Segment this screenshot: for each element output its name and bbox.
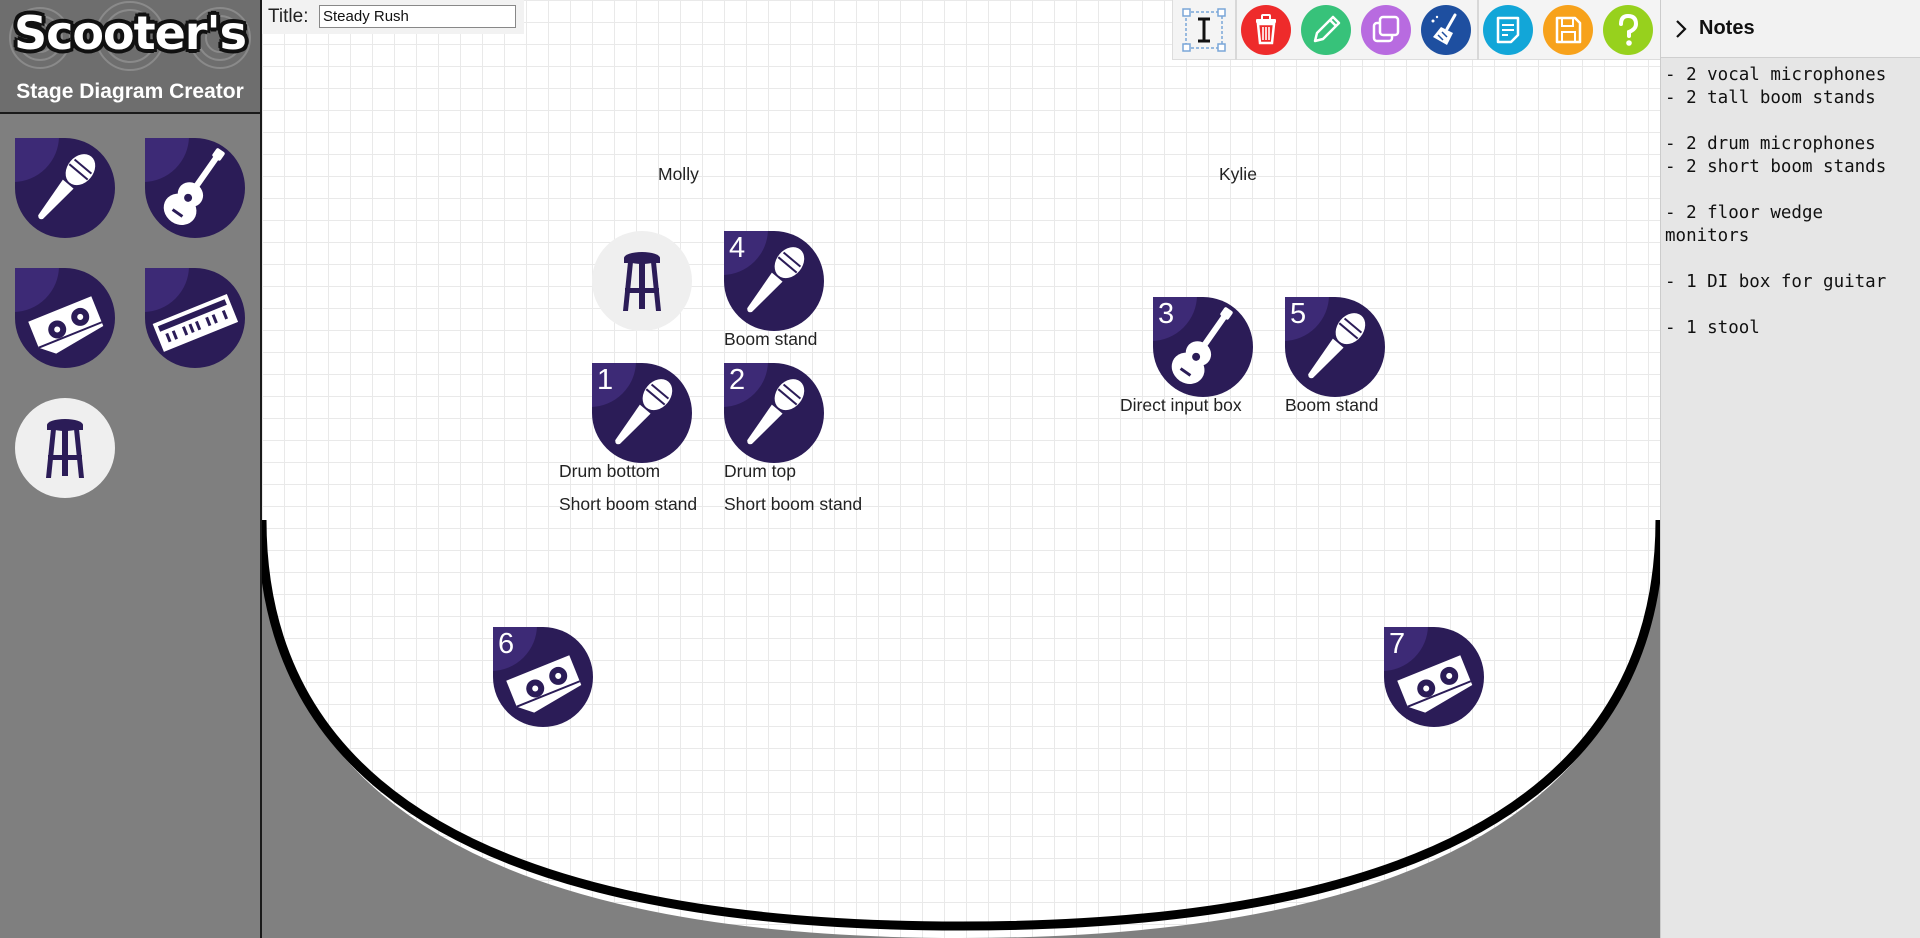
item-number: 5 (1290, 298, 1307, 330)
logo-text: Scooter's (14, 6, 247, 60)
broom-icon (1431, 13, 1457, 45)
help-icon (1619, 13, 1639, 46)
title-label: Title: (268, 6, 309, 27)
notes-text[interactable]: - 2 vocal microphones - 2 tall boom stan… (1665, 64, 1917, 340)
palette-stool[interactable] (15, 398, 115, 498)
pencil-icon (1313, 15, 1341, 43)
keyboard-icon (152, 294, 239, 352)
stage-item-6[interactable]: 6 (493, 627, 593, 727)
stage-canvas[interactable] (262, 0, 1660, 938)
stage-item-4[interactable]: 4 (724, 231, 824, 331)
edit-button[interactable] (1301, 5, 1351, 55)
text-cursor-icon (1182, 8, 1226, 52)
item-label[interactable]: Drum top (724, 461, 796, 482)
item-number: 3 (1158, 298, 1175, 330)
microphone-icon (28, 147, 103, 228)
duplicate-button[interactable] (1361, 5, 1411, 55)
stage-item-stool[interactable] (592, 231, 692, 331)
stage-item-7[interactable]: 7 (1384, 627, 1484, 727)
stage-item-5[interactable]: 5 (1285, 297, 1385, 397)
item-number: 1 (597, 364, 614, 396)
item-label[interactable]: Short boom stand (724, 494, 862, 515)
chevron-right-icon (1676, 20, 1687, 38)
item-label[interactable]: Direct input box (1120, 395, 1242, 416)
logo: Scooter's Stage Diagram Creator (0, 0, 260, 114)
delete-button[interactable] (1241, 5, 1291, 55)
notes-button[interactable] (1483, 5, 1533, 55)
trash-icon (1256, 14, 1276, 45)
palette-guitar[interactable] (145, 138, 245, 238)
monitor-wedge-icon (27, 295, 108, 360)
item-label[interactable]: Boom stand (724, 329, 817, 350)
stage-item-3[interactable]: 3 (1153, 297, 1253, 397)
palette-monitor-wedge[interactable] (15, 268, 115, 368)
item-number: 2 (729, 364, 746, 396)
notes-panel: Notes - 2 vocal microphones - 2 tall boo… (1660, 0, 1920, 938)
title-input[interactable] (319, 5, 516, 28)
guitar-icon (157, 140, 236, 232)
item-number: 4 (729, 232, 746, 264)
toolbar (1172, 0, 1660, 60)
help-button[interactable] (1603, 5, 1653, 55)
notes-title: Notes (1699, 17, 1755, 39)
palette-sidebar: Scooter's Stage Diagram Creator (0, 0, 262, 938)
performer-label-molly[interactable]: Molly (658, 164, 699, 185)
stool-icon (623, 252, 661, 311)
item-number: 7 (1389, 628, 1406, 660)
item-label[interactable]: Short boom stand (559, 494, 697, 515)
app-title: Stage Diagram Creator (16, 80, 244, 103)
performer-label-kylie[interactable]: Kylie (1219, 164, 1257, 185)
palette-microphone[interactable] (15, 138, 115, 238)
item-label[interactable]: Boom stand (1285, 395, 1378, 416)
copy-icon (1372, 15, 1400, 43)
item-number: 6 (498, 628, 515, 660)
stool-icon (46, 419, 84, 478)
stage-item-1[interactable]: 1 (592, 363, 692, 463)
save-button[interactable] (1543, 5, 1593, 55)
text-tool-button[interactable] (1179, 5, 1229, 55)
note-icon (1496, 16, 1520, 44)
notes-toggle[interactable]: Notes (1661, 0, 1920, 58)
stage-item-2[interactable]: 2 (724, 363, 824, 463)
item-label[interactable]: Drum bottom (559, 461, 660, 482)
clear-button[interactable] (1421, 5, 1471, 55)
palette-keyboard[interactable] (145, 268, 245, 368)
save-icon (1555, 16, 1582, 44)
stage-edge (262, 519, 1660, 938)
